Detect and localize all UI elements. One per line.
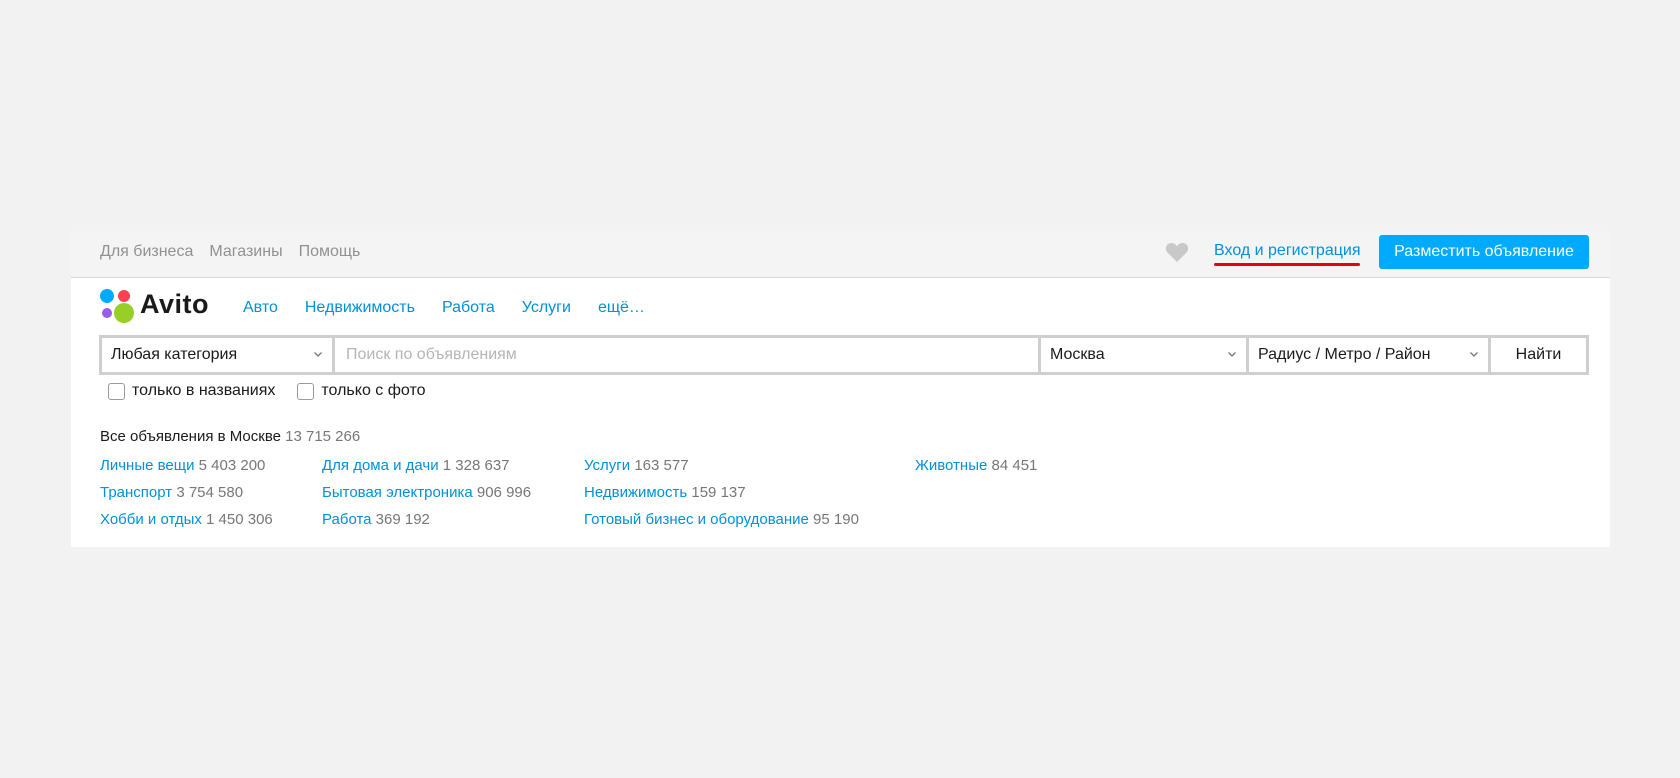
search-input-wrap bbox=[335, 338, 1038, 372]
category-count: 3 754 580 bbox=[176, 484, 244, 501]
checkbox-box[interactable] bbox=[108, 382, 125, 400]
category-count: 84 451 bbox=[991, 457, 1038, 474]
nav-realty[interactable]: Недвижимость bbox=[305, 299, 415, 317]
category-link[interactable]: Услуги bbox=[584, 457, 630, 474]
all-ads-summary: Все объявления в Москве 13 715 266 bbox=[100, 428, 360, 445]
shops-link[interactable]: Магазины bbox=[209, 243, 282, 261]
category-item: Готовый бизнес и оборудование 95 190 bbox=[584, 511, 859, 528]
category-link[interactable]: Бытовая электроника bbox=[322, 484, 473, 501]
all-ads-count: 13 715 266 bbox=[285, 428, 361, 445]
category-count: 95 190 bbox=[813, 511, 859, 528]
checkbox-box[interactable] bbox=[297, 382, 315, 400]
login-link[interactable]: Вход и регистрация bbox=[1214, 242, 1360, 260]
category-link[interactable]: Для дома и дачи bbox=[322, 457, 439, 474]
category-item: Личные вещи 5 403 200 bbox=[100, 457, 265, 474]
page: Для бизнеса Магазины Помощь Вход и регис… bbox=[71, 231, 1610, 547]
with-photo-checkbox[interactable]: только с фото bbox=[297, 382, 425, 400]
with-photo-label: только с фото bbox=[321, 382, 426, 399]
category-link[interactable]: Недвижимость bbox=[584, 484, 687, 501]
category-count: 906 996 bbox=[476, 484, 532, 501]
business-link[interactable]: Для бизнеса bbox=[100, 243, 193, 261]
chevron-down-icon bbox=[314, 352, 322, 357]
find-button[interactable]: Найти bbox=[1491, 338, 1586, 372]
category-count: 369 192 bbox=[375, 511, 430, 528]
logo-dot-green bbox=[114, 303, 134, 323]
category-value: Любая категория bbox=[111, 346, 238, 363]
category-link[interactable]: Хобби и отдых bbox=[100, 511, 202, 528]
category-link[interactable]: Работа bbox=[322, 511, 372, 528]
chevron-down-icon bbox=[1470, 352, 1478, 357]
search-filters: только в названиях только с фото bbox=[108, 382, 425, 400]
search-input[interactable] bbox=[346, 346, 1038, 364]
category-item: Недвижимость 159 137 bbox=[584, 484, 746, 501]
avito-logo[interactable]: Avito bbox=[100, 287, 230, 327]
category-select[interactable]: Любая категория bbox=[102, 338, 332, 372]
all-ads-label: Все объявления в Москве bbox=[100, 428, 281, 445]
main-nav: Авто Недвижимость Работа Услуги ещё… bbox=[243, 299, 672, 317]
logo-dot-blue bbox=[100, 289, 114, 303]
category-link[interactable]: Готовый бизнес и оборудование bbox=[584, 511, 809, 528]
category-item: Бытовая электроника 906 996 bbox=[322, 484, 531, 501]
category-count: 1 450 306 bbox=[206, 511, 273, 528]
category-count: 1 328 637 bbox=[442, 457, 510, 474]
titles-only-checkbox[interactable]: только в названиях bbox=[108, 382, 275, 400]
category-link[interactable]: Животные bbox=[915, 457, 987, 474]
category-item: Транспорт 3 754 580 bbox=[100, 484, 243, 501]
chevron-down-icon bbox=[1228, 352, 1236, 357]
top-bar: Для бизнеса Магазины Помощь Вход и регис… bbox=[71, 231, 1610, 278]
titles-only-label: только в названиях bbox=[132, 382, 276, 399]
nav-services[interactable]: Услуги bbox=[522, 299, 571, 317]
radius-select[interactable]: Радиус / Метро / Район bbox=[1249, 338, 1488, 372]
nav-more[interactable]: ещё… bbox=[598, 299, 645, 317]
category-item: Для дома и дачи 1 328 637 bbox=[322, 457, 510, 474]
category-link[interactable]: Транспорт bbox=[100, 484, 172, 501]
search-bar: Любая категория Москва Радиус / Метро / … bbox=[99, 335, 1589, 375]
top-links: Для бизнеса Магазины Помощь bbox=[100, 243, 360, 261]
city-value: Москва bbox=[1050, 346, 1105, 363]
category-item: Животные 84 451 bbox=[915, 457, 1037, 474]
nav-jobs[interactable]: Работа bbox=[442, 299, 495, 317]
radius-value: Радиус / Метро / Район bbox=[1258, 346, 1431, 363]
category-link[interactable]: Личные вещи bbox=[100, 457, 194, 474]
category-item: Услуги 163 577 bbox=[584, 457, 689, 474]
login-highlight-underline bbox=[1214, 263, 1360, 266]
post-ad-button[interactable]: Разместить объявление bbox=[1379, 235, 1589, 269]
category-count: 5 403 200 bbox=[198, 457, 266, 474]
city-select[interactable]: Москва bbox=[1041, 338, 1246, 372]
category-count: 159 137 bbox=[691, 484, 746, 501]
logo-text: Avito bbox=[140, 289, 209, 319]
logo-dot-purple bbox=[102, 308, 112, 318]
category-item: Хобби и отдых 1 450 306 bbox=[100, 511, 273, 528]
nav-auto[interactable]: Авто bbox=[243, 299, 278, 317]
heart-icon[interactable] bbox=[1165, 241, 1189, 263]
logo-dot-red bbox=[118, 290, 130, 302]
category-item: Работа 369 192 bbox=[322, 511, 430, 528]
category-count: 163 577 bbox=[634, 457, 689, 474]
help-link[interactable]: Помощь bbox=[299, 243, 361, 261]
